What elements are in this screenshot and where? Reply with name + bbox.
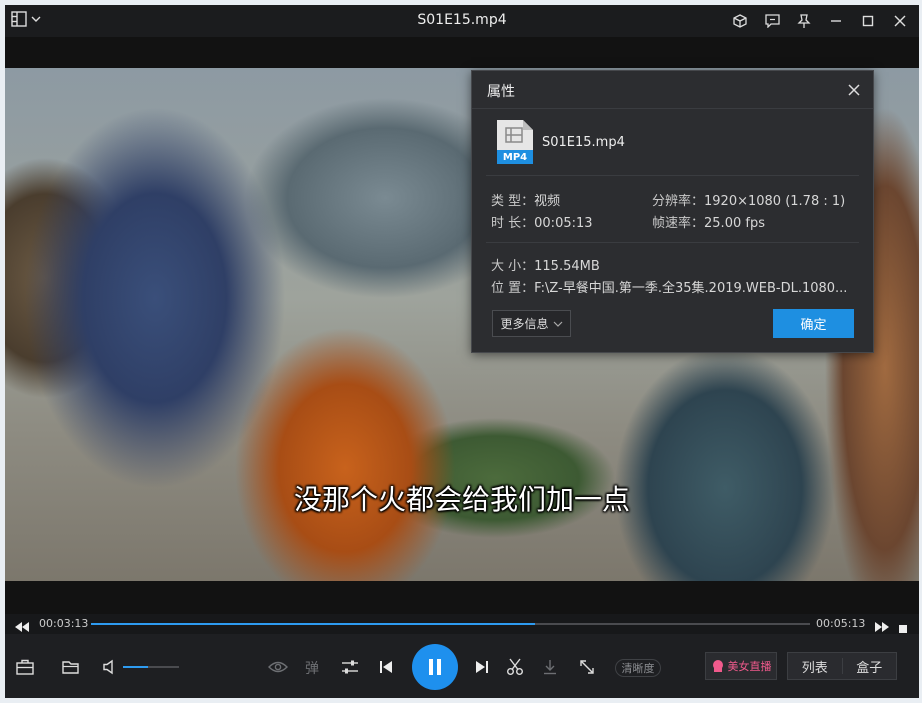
location-value: F:\Z-早餐中国.第一季.全35集.2019.WEB-DL.1080... (534, 281, 848, 296)
volume-slider[interactable] (123, 666, 179, 668)
mp4-file-icon: MP4 (496, 119, 534, 165)
file-header: MP4 S01E15.mp4 (496, 119, 625, 165)
chevron-down-icon (553, 321, 562, 327)
confirm-button[interactable]: 确定 (773, 309, 854, 338)
more-info-label: 更多信息 (500, 317, 549, 331)
playlist-button[interactable]: 列表 (788, 653, 842, 679)
list-box-group: 列表 盒子 (787, 652, 897, 680)
clarity-button[interactable]: 清晰度 (615, 659, 661, 677)
size-value: 115.54MB (534, 259, 600, 274)
resolution-info: 分辨率：1920×1080 (1.78 : 1) (652, 190, 845, 209)
eye-toggle-button[interactable] (267, 656, 289, 678)
volume-fill (123, 666, 149, 668)
fast-forward-icon (875, 622, 889, 632)
dialog-close-button[interactable] (845, 81, 863, 99)
duration-key: 时 长： (491, 216, 535, 231)
title-bar: S01E15.mp4 (5, 5, 919, 37)
resolution-key: 分辨率： (652, 194, 705, 209)
size-key: 大 小： (491, 259, 535, 274)
expand-icon (580, 660, 594, 674)
3d-cube-button[interactable] (727, 9, 753, 33)
pause-icon (429, 659, 441, 675)
total-time: 00:05:13 (816, 617, 866, 630)
skip-next-icon (476, 661, 488, 673)
stop-icon (899, 625, 907, 633)
live-stream-label: 美女直播 (727, 660, 772, 673)
minimize-button[interactable] (823, 9, 849, 33)
live-avatar-icon (712, 660, 723, 672)
volume-button[interactable] (99, 656, 121, 678)
scissors-icon (507, 658, 523, 675)
close-icon (894, 15, 906, 27)
divider (486, 175, 859, 176)
properties-dialog: 属性 MP4 S01E15.mp4 类 型：视频 分辨率：1920×1080 (… (471, 70, 874, 353)
download-button[interactable] (539, 656, 561, 678)
file-name: S01E15.mp4 (542, 134, 625, 150)
framerate-key: 帧速率： (652, 216, 705, 231)
maximize-button[interactable] (855, 9, 881, 33)
resolution-value: 1920×1080 (1.78 : 1) (704, 194, 846, 209)
rewind-icon (15, 622, 29, 632)
feedback-button[interactable] (759, 9, 785, 33)
download-icon (544, 660, 556, 675)
pause-button[interactable] (412, 644, 458, 690)
progress-fill (91, 623, 535, 625)
size-info: 大 小：115.54MB (491, 255, 600, 274)
live-stream-button[interactable]: 美女直播 (705, 652, 777, 680)
speaker-icon (103, 659, 113, 675)
eye-icon (268, 661, 288, 673)
framerate-info: 帧速率：25.00 fps (652, 212, 765, 231)
divider (486, 242, 859, 243)
progress-bar[interactable] (91, 623, 810, 625)
location-info[interactable]: 位 置：F:\Z-早餐中国.第一季.全35集.2019.WEB-DL.1080.… (491, 277, 847, 296)
type-value: 视频 (534, 194, 561, 209)
close-button[interactable] (887, 9, 913, 33)
dialog-header: 属性 (472, 71, 873, 109)
more-info-dropdown[interactable]: 更多信息 (492, 310, 571, 337)
cube-icon (733, 14, 747, 28)
message-icon (764, 14, 780, 28)
current-time: 00:03:13 (39, 617, 89, 630)
skip-previous-icon (380, 661, 392, 673)
file-badge: MP4 (502, 152, 528, 163)
next-button[interactable] (471, 656, 493, 678)
type-key: 类 型： (491, 194, 535, 209)
danmaku-button[interactable]: 弹 (305, 658, 319, 678)
pin-icon (797, 13, 811, 28)
minimize-icon (831, 20, 841, 22)
clip-button[interactable] (504, 656, 526, 678)
player-window: S01E15.mp4 没那个火都会给我们加一点 属性 MP4 S01E15.mp… (5, 5, 919, 698)
settings-button[interactable] (339, 656, 361, 678)
toolbox-button[interactable] (14, 656, 36, 678)
location-key: 位 置： (491, 281, 535, 296)
maximize-icon (862, 15, 874, 27)
close-icon (848, 84, 860, 96)
toolbox-icon (16, 659, 34, 675)
type-info: 类 型：视频 (491, 190, 560, 209)
box-button[interactable]: 盒子 (843, 653, 897, 679)
dialog-title: 属性 (487, 84, 515, 100)
open-folder-button[interactable] (60, 656, 82, 678)
duration-info: 时 长：00:05:13 (491, 212, 593, 231)
duration-value: 00:05:13 (534, 216, 593, 231)
folder-icon (62, 660, 79, 674)
previous-button[interactable] (375, 656, 397, 678)
pin-button[interactable] (791, 9, 817, 33)
control-bar: 弹 清晰度 美女直播 列表 盒子 (5, 634, 919, 698)
progress-row: 00:03:13 00:05:13 (5, 614, 919, 634)
fullscreen-button[interactable] (576, 656, 598, 678)
subtitle-text: 没那个火都会给我们加一点 (293, 483, 630, 516)
sliders-icon (342, 660, 358, 674)
framerate-value: 25.00 fps (704, 216, 765, 231)
